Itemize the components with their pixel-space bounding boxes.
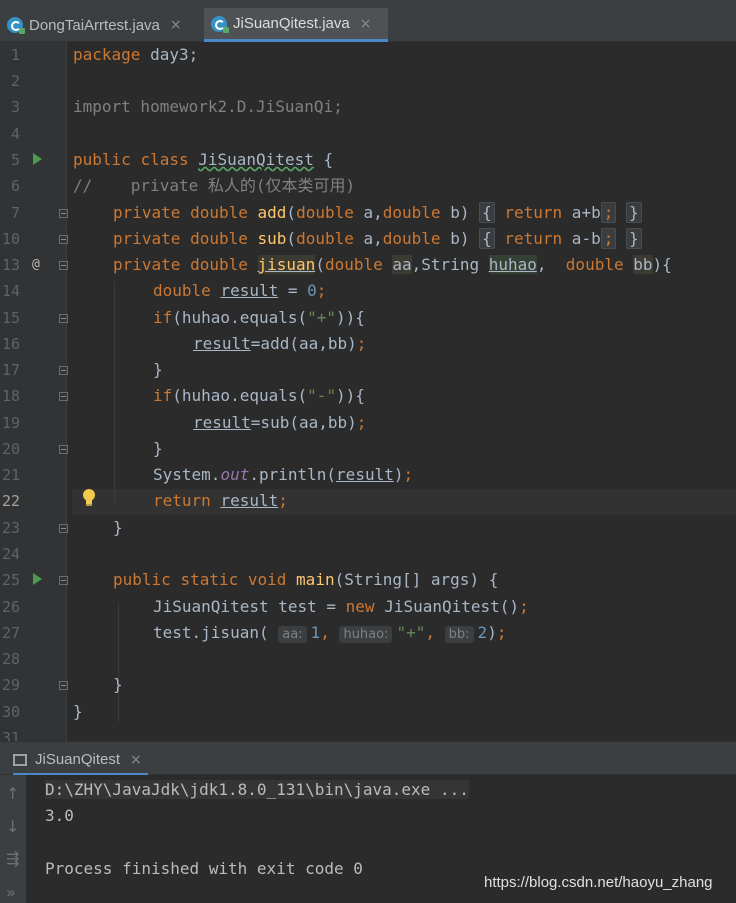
code-line-30: } — [73, 702, 83, 721]
close-icon[interactable]: × — [360, 16, 372, 32]
up-arrow-icon[interactable]: ↑ — [6, 784, 19, 803]
param-hint: bb: — [444, 626, 474, 643]
fold-icon[interactable] — [59, 209, 68, 218]
line-number-current: 22 — [1, 492, 20, 510]
code-line-26: JiSuanQitest test = new JiSuanQitest(); — [153, 597, 529, 616]
line-number: 14 — [1, 282, 20, 300]
line-number: 16 — [1, 335, 20, 353]
editor-tab-bar: DongTaiArrtest.java × JiSuanQitest.java … — [0, 0, 736, 42]
code-line-14: double result = 0; — [153, 281, 327, 300]
line-number: 27 — [1, 624, 20, 642]
line-number: 13 — [1, 256, 20, 274]
line-number: 28 — [1, 650, 20, 668]
fold-icon[interactable] — [59, 366, 68, 375]
more-icon[interactable]: » — [6, 883, 16, 902]
indent-guide — [118, 602, 119, 722]
watermark-text: https://blog.csdn.net/haoyu_zhang — [484, 874, 713, 891]
console-line-command: D:\ZHY\JavaJdk\jdk1.8.0_131\bin\java.exe… — [45, 780, 469, 799]
run-icon[interactable] — [33, 153, 42, 165]
line-number: 26 — [1, 598, 20, 616]
run-tab[interactable]: JiSuanQitest × — [13, 746, 148, 776]
run-icon[interactable] — [33, 573, 42, 585]
line-number: 29 — [1, 676, 20, 694]
code-line-17: } — [153, 360, 163, 379]
param-hint: huhao: — [339, 626, 393, 643]
code-line-23: } — [113, 518, 123, 537]
line-number: 10 — [1, 230, 20, 248]
code-line-7: private double add(double a,double b) { … — [113, 202, 642, 224]
line-number: 4 — [10, 125, 20, 143]
code-editor[interactable]: 1 2 3 4 5 6 7 10 13 14 15 16 17 18 19 20… — [0, 42, 736, 741]
lightbulb-icon[interactable] — [82, 488, 96, 508]
code-line-16: result=add(aa,bb); — [193, 334, 367, 353]
line-number: 19 — [1, 414, 20, 432]
line-number: 1 — [10, 46, 20, 64]
tab-dongtaiarrtest[interactable]: DongTaiArrtest.java × — [0, 8, 202, 42]
fold-icon[interactable] — [59, 524, 68, 533]
line-number: 17 — [1, 361, 20, 379]
line-number: 15 — [1, 309, 20, 327]
java-class-icon — [7, 17, 25, 34]
fold-icon[interactable] — [59, 681, 68, 690]
console-line-exit: Process finished with exit code 0 — [45, 859, 363, 878]
line-number: 18 — [1, 387, 20, 405]
code-line-5: public class JiSuanQitest { — [73, 150, 334, 169]
code-line-19: result=sub(aa,bb); — [193, 413, 367, 432]
tab-label: DongTaiArrtest.java — [29, 16, 160, 34]
fold-icon[interactable] — [59, 235, 68, 244]
close-icon[interactable]: × — [130, 752, 142, 768]
tab-label: JiSuanQitest.java — [233, 15, 350, 32]
code-line-27: test.jisuan( aa: 1, huhao: "+", bb: 2); — [153, 623, 507, 643]
code-line-1: package day3; — [73, 45, 199, 64]
line-number: 30 — [1, 703, 20, 721]
line-number: 24 — [1, 545, 20, 563]
line-number: 7 — [10, 204, 20, 222]
param-hint: aa: — [278, 626, 307, 643]
code-line-6: // private 私人的(仅本类可用) — [73, 176, 356, 195]
code-line-25: public static void main(String[] args) { — [113, 570, 499, 589]
fold-icon[interactable] — [59, 576, 68, 585]
fold-icon[interactable] — [59, 261, 68, 270]
down-arrow-icon[interactable]: ↓ — [6, 817, 19, 836]
code-line-15: if(huhao.equals("+")){ — [153, 308, 365, 327]
console-toolbar: ↑ ↓ ⇶ » — [0, 775, 26, 903]
console-line-output: 3.0 — [45, 806, 74, 825]
run-tab-label: JiSuanQitest — [35, 751, 121, 768]
run-panel-header: JiSuanQitest × — [0, 741, 736, 776]
code-line-21: System.out.println(result); — [153, 465, 414, 484]
line-number: 21 — [1, 466, 20, 484]
line-number: 5 — [10, 151, 20, 169]
code-line-10: private double sub(double a,double b) { … — [113, 228, 642, 250]
close-icon[interactable]: × — [170, 17, 182, 33]
code-line-3: import homework2.D.JiSuanQi; — [73, 97, 343, 116]
tab-jisuanqitest[interactable]: JiSuanQitest.java × — [204, 8, 388, 42]
fold-icon[interactable] — [59, 445, 68, 454]
code-line-22: return result; — [153, 491, 288, 510]
fold-icon[interactable] — [59, 392, 68, 401]
line-number: 31 — [1, 729, 20, 741]
console-icon — [13, 753, 27, 766]
line-number: 25 — [1, 571, 20, 589]
soft-wrap-icon[interactable]: ⇶ — [6, 849, 19, 868]
override-marker[interactable]: @ — [32, 257, 40, 272]
line-number: 3 — [10, 98, 20, 116]
line-number: 6 — [10, 177, 20, 195]
line-number: 20 — [1, 440, 20, 458]
java-class-icon — [211, 15, 229, 33]
code-line-13: private double jisuan(double aa,String h… — [113, 255, 672, 274]
code-line-29: } — [113, 675, 123, 694]
line-number: 23 — [1, 519, 20, 537]
line-number: 2 — [10, 72, 20, 90]
fold-icon[interactable] — [59, 314, 68, 323]
indent-guide — [114, 282, 115, 504]
code-line-18: if(huhao.equals("-")){ — [153, 386, 365, 405]
code-line-20: } — [153, 439, 163, 458]
